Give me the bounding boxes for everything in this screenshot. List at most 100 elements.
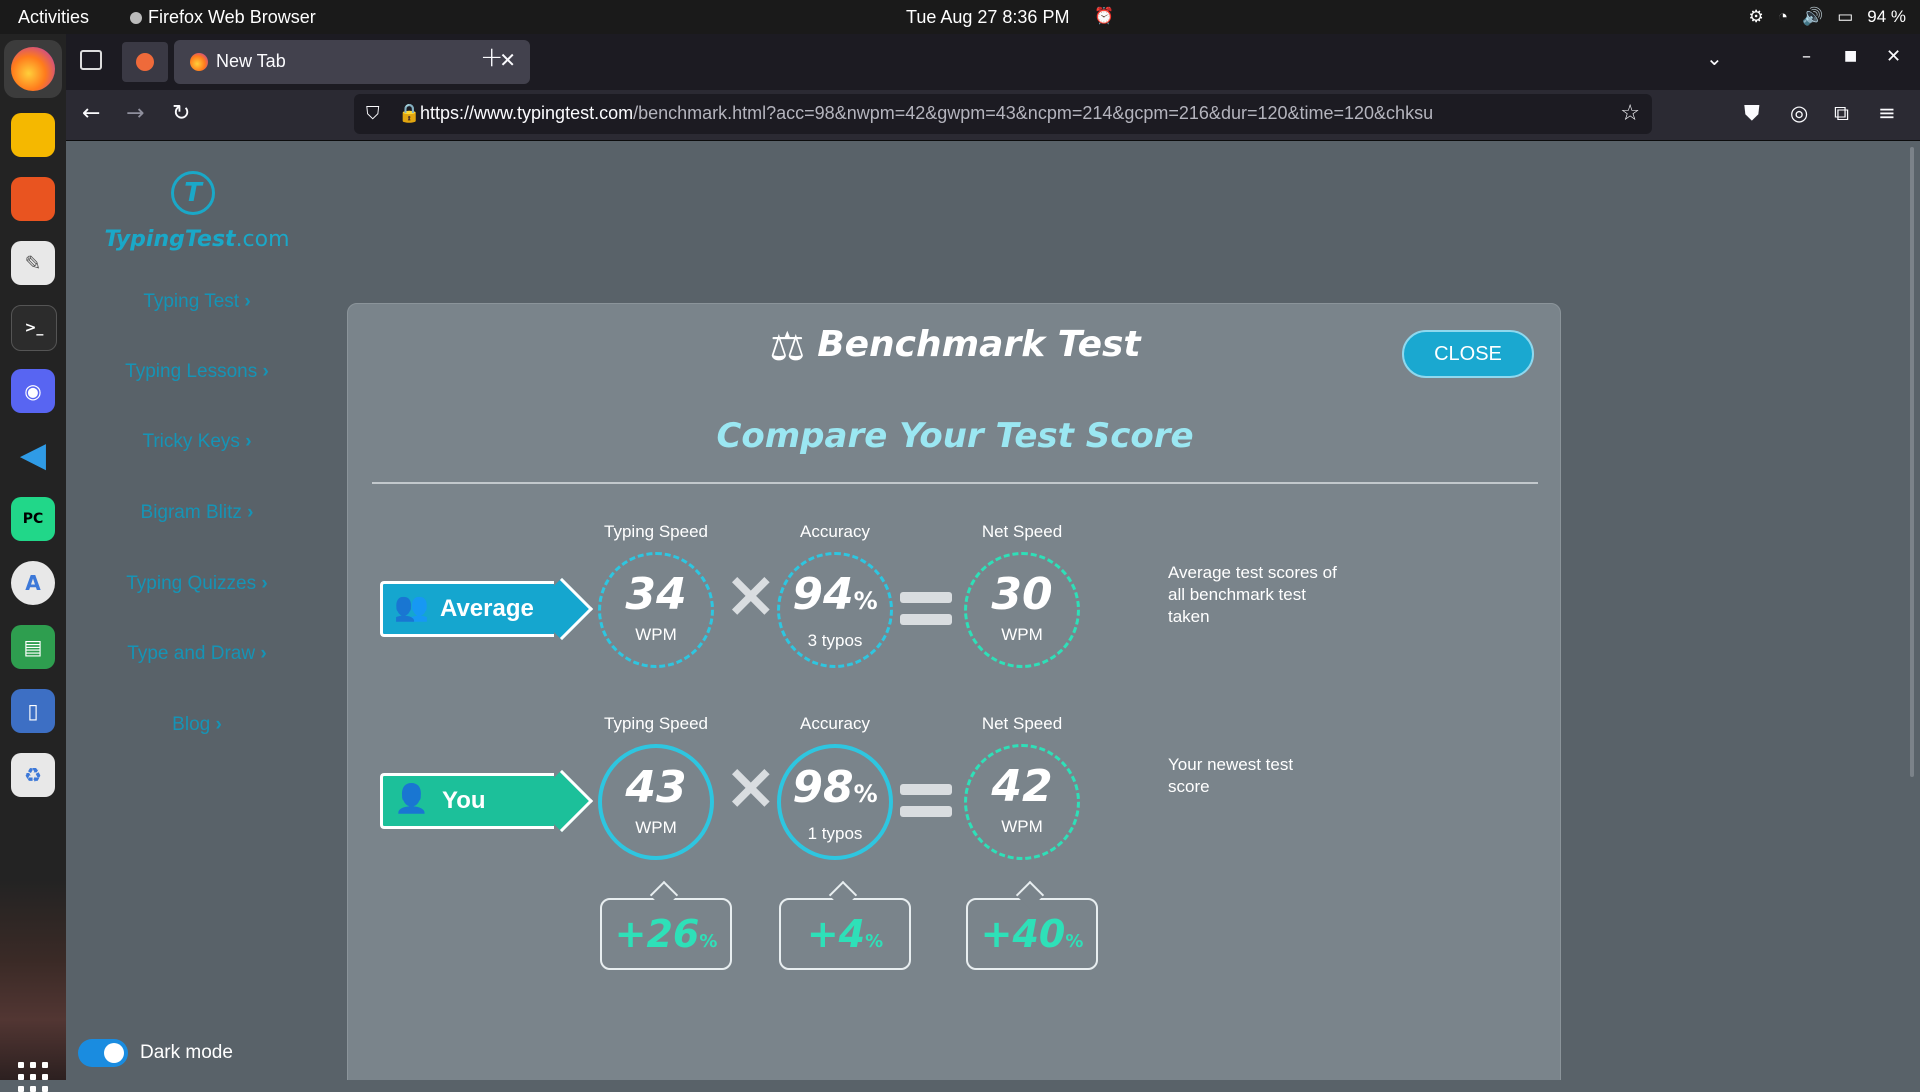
- clock[interactable]: Tue Aug 27 8:36 PM: [906, 7, 1069, 28]
- app-name: Firefox Web Browser: [148, 7, 316, 27]
- pycharm-icon[interactable]: PC: [11, 497, 55, 541]
- nav-link-blog[interactable]: Blog: [66, 714, 328, 736]
- accessibility-icon[interactable]: ⚙: [1748, 7, 1763, 27]
- nav-link-typing-lessons[interactable]: Typing Lessons: [66, 361, 328, 383]
- logo-name: TypingTest: [104, 227, 236, 252]
- tracking-protection-icon[interactable]: ⛉: [366, 103, 380, 124]
- you-net-speed-circle: 42 WPM: [964, 744, 1080, 860]
- avg-typing-speed-circle: 34 WPM: [598, 552, 714, 668]
- modal-title: ⚖ Benchmark Test: [348, 324, 1562, 370]
- avg-accuracy-number: 94%: [780, 573, 890, 623]
- group-icon: 👥: [394, 591, 429, 622]
- wallpaper-strip: [0, 880, 66, 1080]
- show-apps-icon[interactable]: [18, 1062, 48, 1092]
- status-area[interactable]: ⚙ ◔ 🔊 ▭ 94 %: [1748, 7, 1906, 27]
- new-tab-icon[interactable]: +: [480, 40, 503, 73]
- volume-icon: 🔊: [1802, 7, 1824, 26]
- spreadsheet-icon[interactable]: ▤: [11, 625, 55, 669]
- discord-icon[interactable]: ◉: [11, 369, 55, 413]
- app-menu[interactable]: Firefox Web Browser: [130, 7, 316, 28]
- forward-icon[interactable]: →: [126, 101, 144, 126]
- you-typing-speed-circle: 43 WPM: [598, 744, 714, 860]
- firefox-icon[interactable]: [11, 47, 55, 91]
- net-speed-delta-unit: %: [1065, 931, 1084, 952]
- nav-link-type-and-draw[interactable]: Type and Draw: [66, 643, 328, 665]
- divider: [372, 482, 1538, 484]
- url-host: https://www.typingtest.com: [420, 103, 634, 123]
- nav-link-bigram-blitz[interactable]: Bigram Blitz: [66, 502, 328, 524]
- accuracy-delta-value: +4: [806, 912, 866, 956]
- accuracy-delta-number: +4%: [781, 914, 909, 962]
- nav-link-typing-quizzes[interactable]: Typing Quizzes: [66, 573, 328, 595]
- you-tag-label: You: [442, 787, 486, 814]
- battery-percent: 94 %: [1867, 7, 1906, 26]
- you-net-speed-label: Net Speed: [981, 714, 1063, 733]
- url-text[interactable]: https://www.typingtest.com/benchmark.htm…: [420, 103, 1612, 124]
- close-window-icon[interactable]: ✕: [1886, 46, 1901, 67]
- multiply-icon: ×: [724, 750, 778, 824]
- pocket-icon[interactable]: ⛊: [1744, 101, 1760, 126]
- multiply-icon: ×: [724, 558, 778, 632]
- pinned-tab[interactable]: [122, 42, 168, 82]
- app-store-icon[interactable]: A: [11, 561, 55, 605]
- tab-bar: New Tab ✕ + ⌄ – ■ ✕: [66, 34, 1920, 90]
- list-all-tabs-icon[interactable]: ⌄: [1706, 46, 1723, 70]
- firefox-view-icon[interactable]: [80, 50, 102, 70]
- back-icon[interactable]: ←: [82, 101, 100, 126]
- extensions-icon[interactable]: ⧉: [1834, 101, 1849, 126]
- trash-icon[interactable]: ♻: [11, 753, 55, 797]
- bubble-pointer: [828, 880, 858, 910]
- accuracy-delta: +4%: [779, 880, 911, 970]
- you-accuracy-number: 98%: [781, 766, 889, 816]
- bubble-pointer: [649, 880, 679, 910]
- lock-icon[interactable]: 🔒: [398, 103, 420, 124]
- document-icon[interactable]: ▯: [11, 689, 55, 733]
- terminal-icon[interactable]: >_: [11, 305, 57, 351]
- logo-text[interactable]: TypingTest.com: [66, 227, 328, 252]
- minimize-icon[interactable]: –: [1802, 46, 1811, 67]
- typing-speed-delta-number: +26%: [602, 914, 730, 962]
- avg-accuracy-label: Accuracy: [800, 522, 870, 541]
- net-speed-delta-value: +40: [980, 912, 1066, 956]
- battery-icon: ▭: [1837, 7, 1854, 26]
- alarm-icon: ⏰: [1094, 8, 1114, 25]
- account-icon[interactable]: ◎: [1790, 101, 1808, 125]
- system-top-bar: Activities Firefox Web Browser Tue Aug 2…: [0, 0, 1920, 34]
- maximize-icon[interactable]: ■: [1844, 48, 1857, 64]
- software-center-icon[interactable]: [11, 177, 55, 221]
- bubble-pointer: [1015, 880, 1045, 910]
- avg-net-speed-value: 30: [991, 569, 1053, 620]
- modal-subtitle: Compare Your Test Score: [716, 416, 1194, 456]
- avg-accuracy-pct: %: [853, 587, 878, 615]
- typing-speed-delta-unit: %: [699, 931, 718, 952]
- dark-mode-toggle[interactable]: [78, 1039, 128, 1067]
- you-typing-speed-label: Typing Speed: [604, 714, 708, 733]
- files-icon[interactable]: [11, 113, 55, 157]
- menu-icon[interactable]: ≡: [1878, 101, 1896, 125]
- benchmark-modal: ⚖ Benchmark Test CLOSE Compare Your Test …: [347, 303, 1561, 1080]
- net-speed-delta: +40%: [966, 880, 1098, 970]
- page-scrollbar[interactable]: [1910, 147, 1914, 777]
- vscode-icon[interactable]: ◀: [11, 433, 55, 477]
- you-accuracy-pct: %: [853, 780, 878, 808]
- bookmark-star-icon[interactable]: ☆: [1620, 101, 1640, 126]
- tab-new-tab[interactable]: New Tab ✕: [174, 40, 530, 84]
- text-editor-icon[interactable]: ✎: [11, 241, 55, 285]
- avg-accuracy-circle: 94% 3 typos: [777, 552, 893, 668]
- average-tag-label: Average: [440, 595, 534, 622]
- equals-icon: [900, 784, 952, 828]
- close-button[interactable]: CLOSE: [1402, 330, 1534, 378]
- user-icon: 👤: [394, 783, 429, 814]
- avg-net-speed-label: Net Speed: [981, 522, 1063, 541]
- url-bar[interactable]: ⛉ 🔒 https://www.typingtest.com/benchmark…: [354, 94, 1652, 134]
- pinned-tab-favicon-icon: [136, 53, 154, 71]
- reload-icon[interactable]: ↻: [172, 101, 190, 126]
- average-note: Average test scores of all benchmark tes…: [1168, 563, 1337, 626]
- nav-link-typing-test[interactable]: Typing Test: [66, 291, 328, 313]
- avg-typing-speed-label: Typing Speed: [604, 522, 708, 541]
- logo-icon[interactable]: T: [171, 171, 215, 215]
- activities-button[interactable]: Activities: [18, 7, 89, 28]
- nav-link-tricky-keys[interactable]: Tricky Keys: [66, 431, 328, 453]
- you-note: Your newest test score: [1168, 755, 1294, 796]
- url-path: /benchmark.html?acc=98&nwpm=42&gwpm=43&n…: [633, 103, 1434, 123]
